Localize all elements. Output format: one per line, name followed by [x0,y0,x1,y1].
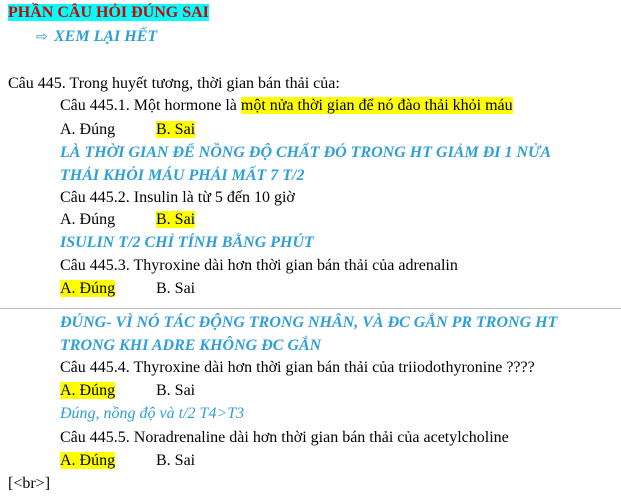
item-3-explanation-line-2: TRONG KHI ADRE KHÔNG ĐC GẮN [60,337,322,354]
item-1-statement: Câu 445.1. Một hormone là một nửa thời g… [60,96,513,116]
item-3-explanation-line-1: ĐÚNG- VÌ NÓ TÁC ĐỘNG TRONG NHÂN, VÀ ĐC G… [60,314,558,331]
item-4-option-b[interactable]: B. Sai [156,382,195,399]
section-title-text: PHẦN CÂU HỎI ĐÚNG SAI [8,4,209,21]
item-2-options: A. Đúng B. Sai [60,210,196,230]
item-1-explanation-line-2: THẢI KHỎI MÁU PHẢI MẤT 7 T/2 [60,167,305,184]
review-all-link[interactable]: ⇨ XEM LẠI HẾT [36,27,157,47]
item-2-statement: Câu 445.2. Insulin là từ 5 đến 10 giờ [60,189,295,206]
item-1-option-a[interactable]: A. Đúng [60,120,156,140]
item-4-option-a-selected[interactable]: A. Đúng [60,382,116,399]
item-3-statement: Câu 445.3. Thyroxine dài hơn thời gian b… [60,257,458,274]
question-stem: Câu 445. Trong huyết tương, thời gian bá… [8,75,340,92]
item-1-options: A. Đúng B. Sai [60,120,196,140]
item-1-explanation-line-1: LÀ THỜI GIAN ĐỂ NỒNG ĐỘ CHẤT ĐÓ TRONG HT… [60,144,552,161]
review-all-text[interactable]: XEM LẠI HẾT [54,28,157,45]
section-title: PHẦN CÂU HỎI ĐÚNG SAI [8,3,209,23]
line-break-tag: [<br>] [8,475,51,492]
arrow-right-icon: ⇨ [36,29,48,45]
item-2-option-b-selected[interactable]: B. Sai [156,211,196,228]
item-2-option-a[interactable]: A. Đúng [60,210,156,230]
item-4-statement: Câu 445.4. Thyroxine dài hơn thời gian b… [60,359,535,376]
item-2-explanation: ISULIN T/2 CHỈ TÍNH BẰNG PHÚT [60,234,314,251]
item-5-option-b[interactable]: B. Sai [156,452,195,469]
item-1-highlight: một nửa thời gian để nó đào thải khỏi má… [240,97,513,114]
item-4-explanation: Đúng, nồng độ và t/2 T4>T3 [60,405,245,422]
item-3-options: A. Đúng B. Sai [60,279,195,299]
item-3-option-a-selected[interactable]: A. Đúng [60,280,116,297]
item-3-option-b[interactable]: B. Sai [156,280,195,297]
item-1-prefix: Câu 445.1. Một hormone là [60,97,241,114]
item-1-option-b-selected[interactable]: B. Sai [156,121,196,138]
item-5-option-a-selected[interactable]: A. Đúng [60,452,116,469]
item-5-statement: Câu 445.5. Noradrenaline dài hơn thời gi… [60,429,509,446]
item-5-options: A. Đúng B. Sai [60,451,195,471]
page-break-divider [0,308,621,309]
item-4-options: A. Đúng B. Sai [60,381,195,401]
